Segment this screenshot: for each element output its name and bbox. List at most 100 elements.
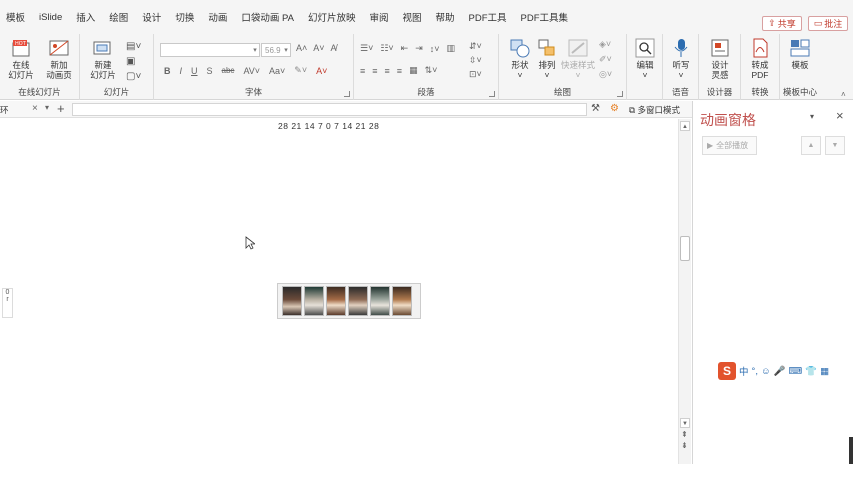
edit-button[interactable]: 编辑 ˅ bbox=[628, 38, 662, 80]
shape-effects-icon[interactable]: ◎˅ bbox=[599, 67, 612, 82]
paragraph-dialog-launcher[interactable] bbox=[489, 91, 495, 97]
template-button[interactable]: 模板 bbox=[783, 38, 817, 70]
collapse-ribbon-icon[interactable]: ˄ bbox=[841, 90, 846, 99]
font-size-select[interactable]: 56.9 ▾ bbox=[261, 43, 291, 57]
smartart-icon[interactable]: ⊡˅ bbox=[469, 67, 482, 81]
scroll-up-icon[interactable]: ▲ bbox=[680, 121, 690, 131]
font-dialog-launcher[interactable] bbox=[344, 91, 350, 97]
sogou-logo-icon[interactable]: S bbox=[718, 362, 736, 380]
menu-template[interactable]: 模板 bbox=[6, 10, 25, 24]
distribute-icon[interactable]: ▦ bbox=[409, 65, 418, 76]
online-slides-button[interactable]: HOT 在线 幻灯片 bbox=[4, 38, 38, 80]
photo-thumbnail[interactable] bbox=[304, 286, 324, 316]
pin-icon[interactable]: ⚒ bbox=[591, 103, 600, 114]
ime-chinese-mode[interactable]: 中 bbox=[739, 364, 749, 378]
document-tab[interactable]: 环 bbox=[0, 104, 9, 116]
text-direction-icon[interactable]: ⇅˅ bbox=[425, 65, 438, 76]
ime-punctuation-icon[interactable]: °, bbox=[752, 366, 758, 377]
tab-address-field[interactable] bbox=[72, 103, 587, 116]
highlight-icon[interactable]: ✎˅ bbox=[294, 65, 307, 76]
quick-styles-icon bbox=[567, 38, 589, 58]
close-icon[interactable]: × bbox=[836, 108, 844, 123]
move-down-button[interactable]: ▼ bbox=[825, 136, 845, 155]
ime-emoji-icon[interactable]: ☺ bbox=[761, 366, 771, 377]
chevron-down-icon[interactable]: ▾ bbox=[45, 103, 49, 112]
layout-icon[interactable]: ▤˅ bbox=[126, 39, 141, 54]
menu-islide[interactable]: iSlide bbox=[39, 12, 62, 23]
image-strip[interactable] bbox=[277, 283, 421, 319]
decrease-font-icon[interactable]: A˅ bbox=[313, 43, 324, 53]
menu-review[interactable]: 审阅 bbox=[369, 10, 388, 24]
align-center-icon[interactable]: ≡ bbox=[372, 66, 377, 76]
menu-design[interactable]: 设计 bbox=[142, 10, 161, 24]
menu-pdf-toolset[interactable]: PDF工具集 bbox=[521, 10, 569, 24]
gear-icon[interactable]: ⚙ bbox=[610, 103, 619, 114]
text-direction-icon[interactable]: ⇵˅ bbox=[469, 39, 482, 53]
clear-format-icon[interactable]: A̸ bbox=[331, 43, 337, 53]
convert-pdf-button[interactable]: 转成 PDF bbox=[743, 38, 777, 80]
increase-font-icon[interactable]: A˄ bbox=[296, 43, 307, 53]
bold-button[interactable]: B bbox=[164, 66, 171, 76]
ime-skin-icon[interactable]: 👕 bbox=[805, 366, 817, 377]
chevron-down-icon[interactable]: ▾ bbox=[810, 112, 814, 121]
photo-thumbnail[interactable] bbox=[370, 286, 390, 316]
menu-animations[interactable]: 动画 bbox=[208, 10, 227, 24]
shape-fill-icon[interactable]: ◈˅ bbox=[599, 37, 612, 52]
shadow-button[interactable]: S bbox=[207, 66, 213, 76]
align-right-icon[interactable]: ≡ bbox=[385, 66, 390, 76]
italic-button[interactable]: I bbox=[180, 66, 183, 76]
char-spacing-icon[interactable]: AV˅ bbox=[243, 66, 260, 76]
justify-icon[interactable]: ≡ bbox=[397, 66, 402, 76]
photo-thumbnail[interactable] bbox=[326, 286, 346, 316]
menu-draw[interactable]: 绘图 bbox=[109, 10, 128, 24]
vertical-scrollbar[interactable]: ▲ ▼ ⇞ ⇟ bbox=[678, 119, 691, 464]
multiwindow-button[interactable]: ⧉ 多窗口模式 bbox=[629, 104, 680, 116]
numbering-icon[interactable]: ☷˅ bbox=[380, 43, 393, 54]
ime-keyboard-icon[interactable]: ⌨ bbox=[789, 366, 803, 377]
ime-toolbox-icon[interactable]: ▦ bbox=[820, 366, 829, 377]
add-tab-icon[interactable]: + bbox=[57, 101, 65, 116]
ime-voice-icon[interactable]: 🎤 bbox=[774, 366, 786, 377]
font-color-icon[interactable]: A˅ bbox=[316, 66, 327, 76]
scroll-down-icon[interactable]: ▼ bbox=[680, 418, 690, 428]
menu-pocket-animation[interactable]: 口袋动画 PA bbox=[241, 10, 294, 24]
online-slides-icon: HOT bbox=[10, 38, 32, 58]
menu-transitions[interactable]: 切换 bbox=[175, 10, 194, 24]
columns-icon[interactable]: ▥ bbox=[447, 43, 456, 54]
font-name-select[interactable]: ▾ bbox=[160, 43, 260, 57]
play-all-button[interactable]: ▶ 全部播放 bbox=[702, 136, 757, 155]
outdent-icon[interactable]: ⇤ bbox=[401, 43, 409, 54]
quick-styles-button[interactable]: 快速样式˅ bbox=[559, 38, 597, 80]
design-ideas-button[interactable]: 设计 灵感 bbox=[703, 38, 737, 80]
menu-pdf-tools[interactable]: PDF工具 bbox=[469, 10, 507, 24]
change-case-icon[interactable]: Aa˅ bbox=[269, 66, 285, 76]
menu-view[interactable]: 视图 bbox=[402, 10, 421, 24]
menu-slideshow[interactable]: 幻灯片放映 bbox=[308, 10, 356, 24]
menu-help[interactable]: 帮助 bbox=[436, 10, 455, 24]
align-text-icon[interactable]: ⇳˅ bbox=[469, 53, 482, 67]
reset-icon[interactable]: ▣ bbox=[126, 54, 141, 69]
menu-insert[interactable]: 插入 bbox=[76, 10, 95, 24]
share-button[interactable]: ⇪ 共享 bbox=[762, 16, 802, 31]
close-icon[interactable]: × bbox=[32, 103, 38, 114]
line-spacing-icon[interactable]: ↕˅ bbox=[430, 44, 440, 54]
bullets-icon[interactable]: ☰˅ bbox=[360, 43, 373, 54]
previous-slide-icon[interactable]: ⇞ bbox=[681, 430, 688, 439]
shape-outline-icon[interactable]: ✐˅ bbox=[599, 52, 612, 67]
scrollbar-thumb[interactable] bbox=[680, 236, 690, 261]
next-slide-icon[interactable]: ⇟ bbox=[681, 441, 688, 450]
photo-thumbnail[interactable] bbox=[282, 286, 302, 316]
strikethrough-button[interactable]: abc bbox=[222, 66, 235, 75]
section-icon[interactable]: ▢˅ bbox=[126, 69, 141, 84]
comment-button[interactable]: ▭ 批注 bbox=[808, 16, 848, 31]
dictate-button[interactable]: 听写 ˅ bbox=[664, 38, 698, 80]
photo-thumbnail[interactable] bbox=[392, 286, 412, 316]
indent-icon[interactable]: ⇥ bbox=[415, 43, 423, 54]
new-animation-page-button[interactable]: 新加 动画页 bbox=[42, 38, 76, 80]
align-left-icon[interactable]: ≡ bbox=[360, 66, 365, 76]
move-up-button[interactable]: ▲ bbox=[801, 136, 821, 155]
drawing-dialog-launcher[interactable] bbox=[617, 91, 623, 97]
new-slide-button[interactable]: 新建 幻灯片 bbox=[86, 38, 120, 80]
photo-thumbnail[interactable] bbox=[348, 286, 368, 316]
underline-button[interactable]: U bbox=[191, 66, 198, 76]
